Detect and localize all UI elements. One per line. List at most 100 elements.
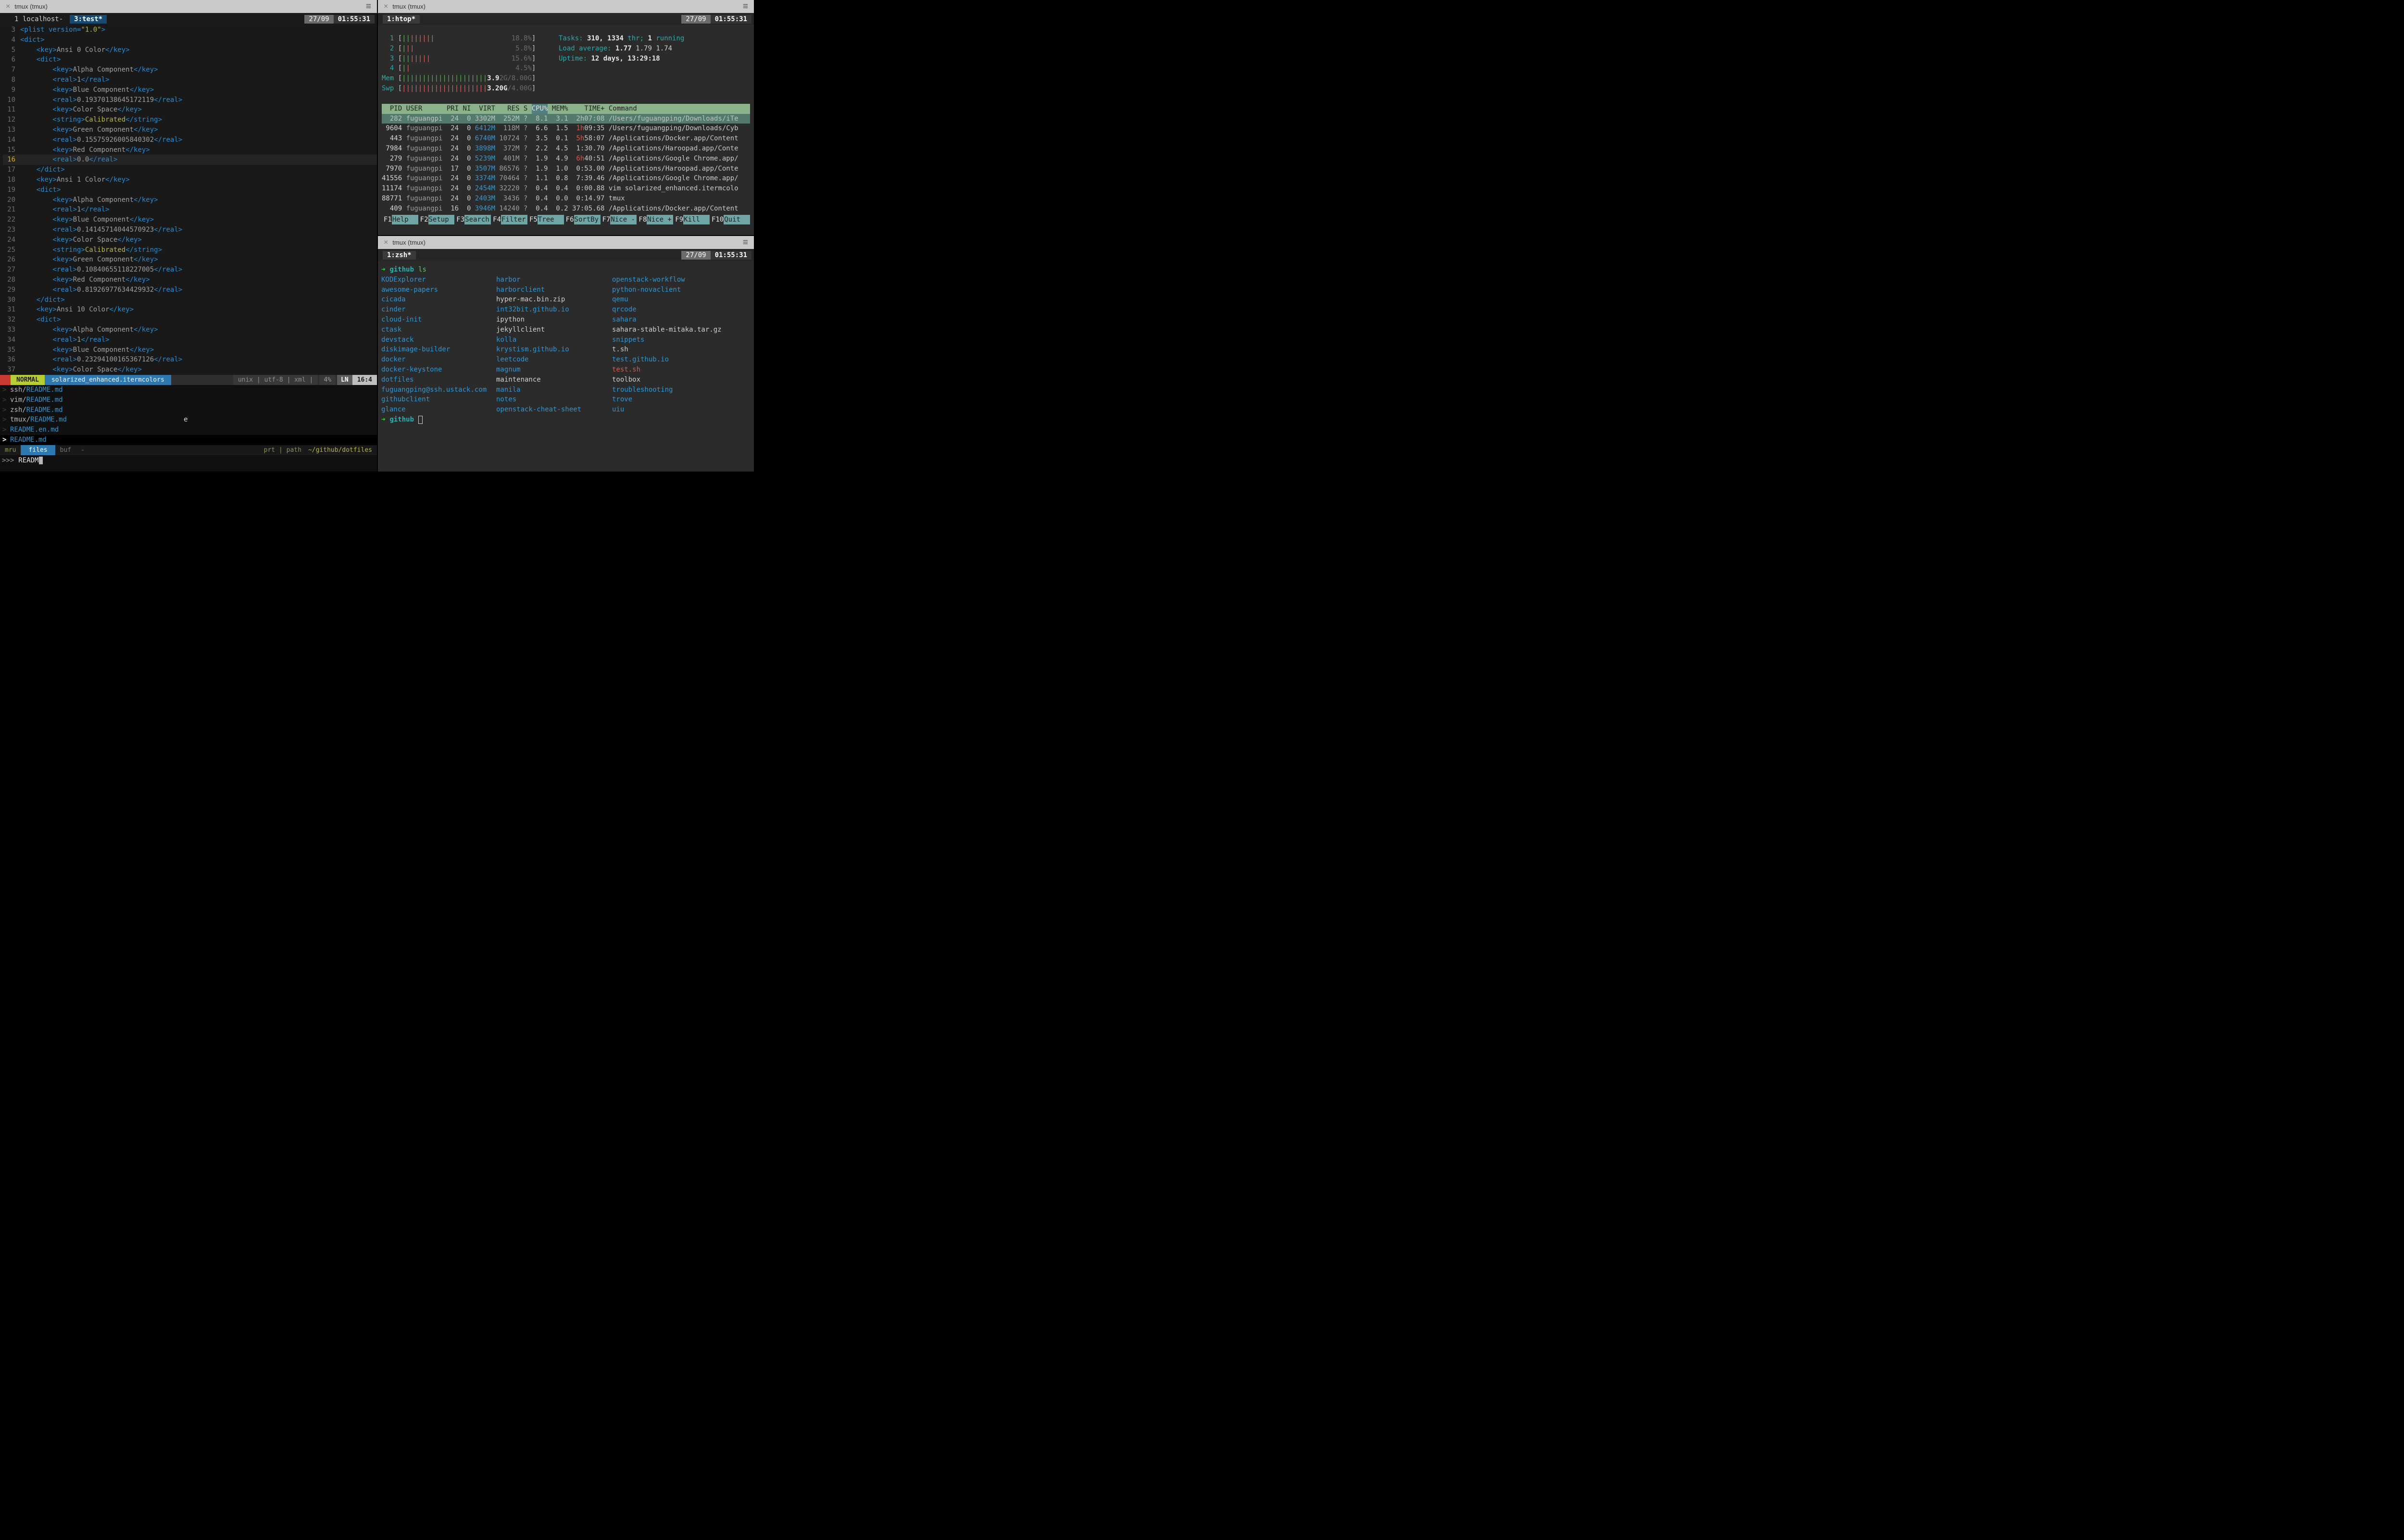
finder-row[interactable]: >ssh/README.md [0,385,377,395]
process-row[interactable]: 443fuguangpi2406740M10724?3.50.15h58:07/… [382,134,750,144]
col-header-command[interactable]: Command [609,104,750,114]
vim-line[interactable]: 33 <key>Alpha Component</key> [3,325,377,335]
process-row[interactable]: 11174fuguangpi2402454M32220?0.40.40:00.8… [382,184,750,194]
fkey-f9[interactable]: F9 [673,215,683,225]
hamburger-menu-icon[interactable]: ≡ [743,2,748,11]
vim-line[interactable]: 9 <key>Blue Component</key> [3,85,377,95]
process-row[interactable]: 279fuguangpi2405239M401M?1.94.96h40:51/A… [382,154,750,164]
hamburger-menu-icon[interactable]: ≡ [743,238,748,247]
finder-row[interactable]: >vim/README.md [0,395,377,405]
fkey-label-f8[interactable]: Nice + [647,215,673,225]
fkey-label-f1[interactable]: Help [392,215,418,225]
vim-line[interactable]: 7 <key>Alpha Component</key> [3,65,377,75]
fkey-label-f6[interactable]: SortBy [574,215,601,225]
col-header-ni[interactable]: NI [463,104,471,114]
close-icon[interactable]: × [6,3,10,11]
vim-line[interactable]: 12 <string>Calibrated</string> [3,115,377,125]
vim-line[interactable]: 30 </dict> [3,295,377,305]
finder-prompt-line[interactable]: >>> READM [0,455,377,465]
vim-line[interactable]: 29 <real>0.81926977634429932</real> [3,285,377,295]
fkey-f3[interactable]: F3 [454,215,464,225]
vim-buffer[interactable]: 3<plist version="1.0">4<dict>5 <key>Ansi… [0,25,377,375]
process-row[interactable]: 88771fuguangpi2402403M3436?0.40.00:14.97… [382,194,750,204]
fkey-f5[interactable]: F5 [527,215,538,225]
col-header-virt[interactable]: VIRT [475,104,495,114]
finder-row[interactable]: >tmux/README.mde [0,415,377,425]
vim-line[interactable]: 26 <key>Green Component</key> [3,255,377,265]
vim-line[interactable]: 37 <key>Color Space</key> [3,365,377,375]
col-header-s[interactable]: S [524,104,527,114]
col-header-pid[interactable]: PID [382,104,402,114]
col-header-pri[interactable]: PRI [447,104,459,114]
vim-line[interactable]: 6 <dict> [3,55,377,65]
vim-line[interactable]: 5 <key>Ansi 0 Color</key> [3,45,377,55]
col-header-res[interactable]: RES [499,104,519,114]
process-row[interactable]: 7984fuguangpi2403898M372M?2.24.51:30.70/… [382,144,750,154]
fkey-label-f2[interactable]: Setup [428,215,455,225]
vim-line[interactable]: 3<plist version="1.0"> [3,25,377,35]
tmux-window-tab[interactable]: 1:htop* [383,15,420,24]
vim-line[interactable]: 23 <real>0.14145714044570923</real> [3,225,377,235]
vim-line[interactable]: 14 <real>0.15575926005840302</real> [3,135,377,145]
vim-line[interactable]: 20 <key>Alpha Component</key> [3,195,377,205]
vim-line[interactable]: 27 <real>0.10840655118227005</real> [3,265,377,275]
vim-line[interactable]: 34 <real>1</real> [3,335,377,345]
vim-line[interactable]: 4<dict> [3,35,377,45]
process-row[interactable]: 9604fuguangpi2406412M118M?6.61.51h09:35/… [382,124,750,134]
finder-row[interactable]: >README.en.md [0,425,377,435]
fkey-f2[interactable]: F2 [418,215,428,225]
finder-query-input[interactable]: READM [18,457,38,464]
vim-line[interactable]: 35 <key>Blue Component</key> [3,345,377,355]
tmux-window-tab[interactable]: 3:test* [70,15,107,24]
vim-line[interactable]: 11 <key>Color Space</key> [3,105,377,115]
vim-line[interactable]: 16 <real>0.0</real> [3,155,377,165]
vim-line[interactable]: 17 </dict> [3,165,377,175]
col-header-time+[interactable]: TIME+ [572,104,604,114]
zsh-screen[interactable]: ➜ github ls KODExplorerawesome-paperscic… [378,261,754,472]
fkey-f10[interactable]: F10 [710,215,724,225]
vim-line[interactable]: 24 <key>Color Space</key> [3,235,377,245]
fkey-f4[interactable]: F4 [491,215,501,225]
vim-line[interactable]: 21 <real>1</real> [3,205,377,215]
col-header-user[interactable]: USER [406,104,443,114]
finder-tab-mru[interactable]: mru [0,445,21,455]
vim-line[interactable]: 28 <key>Red Component</key> [3,275,377,285]
fkey-label-f7[interactable]: Nice - [610,215,637,225]
process-row[interactable]: 7970fuguangpi1703507M86576?1.91.00:53.00… [382,164,750,174]
fkey-f8[interactable]: F8 [637,215,647,225]
close-icon[interactable]: × [384,239,388,247]
fkey-f1[interactable]: F1 [382,215,392,225]
vim-line[interactable]: 36 <real>0.23294100165367126</real> [3,355,377,365]
vim-line[interactable]: 15 <key>Red Component</key> [3,145,377,155]
vim-line[interactable]: 13 <key>Green Component</key> [3,125,377,135]
tmux-window-tab[interactable]: 1:zsh* [383,251,416,260]
shell-prompt-line-active[interactable]: ➜ github [381,415,750,425]
finder-row[interactable]: >zsh/README.md [0,405,377,415]
vim-line[interactable]: 32 <dict> [3,315,377,325]
hamburger-menu-icon[interactable]: ≡ [366,2,371,11]
process-row[interactable]: 282fuguangpi2403302M252M?8.13.12h07:08/U… [382,114,750,124]
process-row[interactable]: 41556fuguangpi2403374M70464?1.10.87:39.4… [382,174,750,184]
fkey-label-f10[interactable]: Quit [724,215,750,225]
fkey-label-f5[interactable]: Tree [538,215,564,225]
vim-line[interactable]: 8 <real>1</real> [3,75,377,85]
close-icon[interactable]: × [384,3,388,11]
fkey-label-f9[interactable]: Kill [683,215,710,225]
fkey-f7[interactable]: F7 [601,215,611,225]
vim-line[interactable]: 18 <key>Ansi 1 Color</key> [3,175,377,185]
vim-line[interactable]: 31 <key>Ansi 10 Color</key> [3,305,377,315]
col-header-mem%[interactable]: MEM% [552,104,568,114]
vim-line[interactable]: 25 <string>Calibrated</string> [3,245,377,255]
fkey-label-f4[interactable]: Filter [501,215,527,225]
finder-tab-files[interactable]: files [21,445,55,455]
vim-line[interactable]: 19 <dict> [3,185,377,195]
col-header-cpu%[interactable]: CPU% [532,104,548,114]
vim-line[interactable]: 10 <real>0.19370138645172119</real> [3,95,377,105]
fkey-label-f3[interactable]: Search [464,215,491,225]
process-row[interactable]: 409fuguangpi1603946M14240?0.40.237:05.68… [382,204,750,214]
fkey-f6[interactable]: F6 [564,215,574,225]
finder-tab-buf[interactable]: buf [55,445,76,455]
finder-row[interactable]: >README.md [0,435,377,445]
finder-tab--[interactable]: - [76,445,89,455]
vim-line[interactable]: 22 <key>Blue Component</key> [3,215,377,225]
